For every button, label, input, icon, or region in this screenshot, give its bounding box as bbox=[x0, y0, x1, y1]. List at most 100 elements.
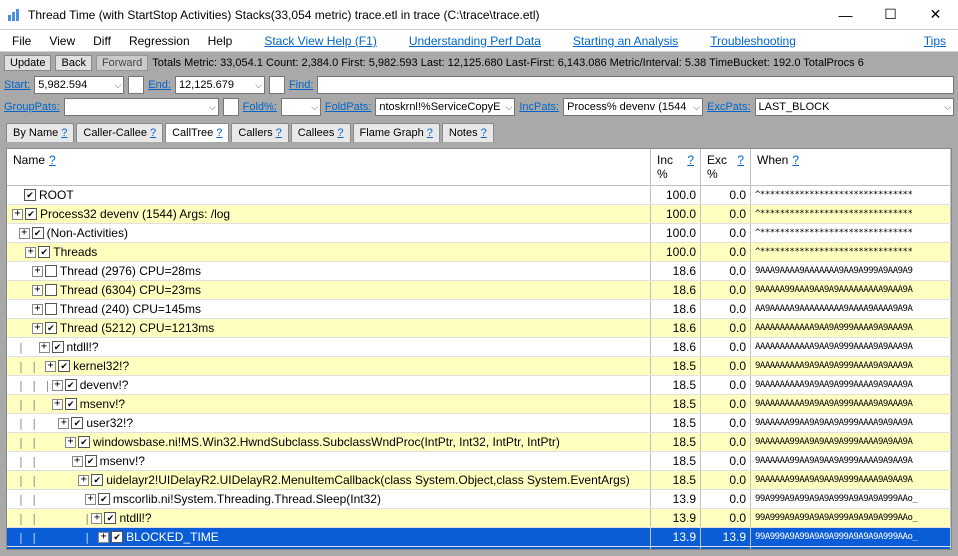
include-checkbox[interactable] bbox=[24, 189, 36, 201]
end-input[interactable]: 12,125.679 bbox=[175, 76, 265, 94]
include-checkbox[interactable] bbox=[104, 512, 116, 524]
tree-row[interactable]: | | |+devenv!?18.50.09AAAAAAAAA9A9AA9A99… bbox=[7, 376, 951, 395]
tree-row[interactable]: +Thread (240) CPU=145ms18.60.0AA9AAAAA9A… bbox=[7, 300, 951, 319]
update-button[interactable]: Update bbox=[4, 55, 51, 71]
tab-callees[interactable]: Callees? bbox=[291, 123, 351, 142]
tab-help-icon[interactable]: ? bbox=[150, 127, 156, 139]
menu-understanding[interactable]: Understanding Perf Data bbox=[401, 32, 549, 50]
col-inc[interactable]: Inc % ? bbox=[651, 149, 701, 185]
expand-toggle[interactable]: + bbox=[78, 475, 89, 486]
tree-row[interactable]: +Threads100.00.0^***********************… bbox=[7, 243, 951, 262]
menu-regression[interactable]: Regression bbox=[121, 32, 198, 50]
tab-help-icon[interactable]: ? bbox=[337, 127, 343, 139]
foldpct-input[interactable] bbox=[281, 98, 321, 116]
expand-toggle[interactable]: + bbox=[72, 456, 83, 467]
tree-row[interactable]: +Thread (5212) CPU=1213ms18.60.0AAAAAAAA… bbox=[7, 319, 951, 338]
include-checkbox[interactable] bbox=[45, 284, 57, 296]
col-when[interactable]: When ? bbox=[751, 149, 951, 185]
menu-diff[interactable]: Diff bbox=[85, 32, 119, 50]
tab-flame-graph[interactable]: Flame Graph? bbox=[353, 123, 440, 142]
expand-toggle[interactable]: + bbox=[45, 361, 56, 372]
menu-stack-view-help[interactable]: Stack View Help (F1) bbox=[256, 32, 384, 50]
find-label[interactable]: Find: bbox=[289, 79, 313, 91]
expand-toggle[interactable]: + bbox=[85, 494, 96, 505]
back-button[interactable]: Back bbox=[55, 55, 91, 71]
incpats-input[interactable]: Process% devenv (1544 bbox=[563, 98, 703, 116]
include-checkbox[interactable] bbox=[71, 417, 83, 429]
include-checkbox[interactable] bbox=[85, 455, 97, 467]
tree-grid[interactable]: Name ? Inc % ? Exc % ? When ? ROOT100.00… bbox=[6, 148, 952, 550]
tree-row[interactable]: ROOT100.00.0^***************************… bbox=[7, 186, 951, 205]
excpats-input[interactable]: LAST_BLOCK bbox=[755, 98, 954, 116]
include-checkbox[interactable] bbox=[25, 208, 37, 220]
tree-row[interactable]: | +ntdll!?18.60.0AAAAAAAAAAAA9AA9A999AAA… bbox=[7, 338, 951, 357]
maximize-button[interactable]: ☐ bbox=[868, 1, 913, 29]
tab-callers[interactable]: Callers? bbox=[231, 123, 288, 142]
include-checkbox[interactable] bbox=[65, 398, 77, 410]
tab-help-icon[interactable]: ? bbox=[427, 127, 433, 139]
expand-toggle[interactable]: + bbox=[39, 342, 50, 353]
include-checkbox[interactable] bbox=[52, 341, 64, 353]
tree-row[interactable]: | | +msenv!?18.50.09AAAAAA99AA9A9AA9A999… bbox=[7, 452, 951, 471]
tab-calltree[interactable]: CallTree? bbox=[165, 123, 229, 143]
tree-row[interactable]: +(Non-Activities)100.00.0^**************… bbox=[7, 224, 951, 243]
expand-toggle[interactable]: + bbox=[25, 247, 36, 258]
expand-toggle[interactable]: + bbox=[32, 304, 43, 315]
expand-toggle[interactable]: + bbox=[58, 418, 69, 429]
expand-toggle[interactable]: + bbox=[32, 323, 43, 334]
include-checkbox[interactable] bbox=[45, 322, 57, 334]
expand-toggle[interactable]: + bbox=[19, 228, 30, 239]
close-button[interactable]: ✕ bbox=[913, 1, 958, 29]
tree-row[interactable]: +Thread (2976) CPU=28ms18.60.09AAA9AAAA9… bbox=[7, 262, 951, 281]
menu-starting[interactable]: Starting an Analysis bbox=[565, 32, 686, 50]
minimize-button[interactable]: — bbox=[823, 1, 868, 29]
expand-toggle[interactable]: + bbox=[32, 285, 43, 296]
foldpats-label[interactable]: FoldPats: bbox=[325, 101, 371, 113]
tree-row[interactable]: | | |+ntdll!?13.90.099A999A9A99A9A9A999A… bbox=[7, 509, 951, 528]
tree-row[interactable]: | | +user32!?18.50.09AAAAAA99AA9A9AA9A99… bbox=[7, 414, 951, 433]
include-checkbox[interactable] bbox=[45, 265, 57, 277]
start-q[interactable] bbox=[128, 76, 144, 94]
include-checkbox[interactable] bbox=[65, 379, 77, 391]
col-name[interactable]: Name ? bbox=[7, 149, 651, 185]
include-checkbox[interactable] bbox=[45, 303, 57, 315]
menu-help[interactable]: Help bbox=[200, 32, 241, 50]
start-label[interactable]: Start: bbox=[4, 79, 30, 91]
tree-row[interactable]: | | +mscorlib.ni!System.Threading.Thread… bbox=[7, 490, 951, 509]
menu-file[interactable]: File bbox=[4, 32, 39, 50]
expand-toggle[interactable]: + bbox=[52, 399, 63, 410]
include-checkbox[interactable] bbox=[38, 246, 50, 258]
forward-button[interactable]: Forward bbox=[96, 55, 148, 71]
tree-row[interactable]: | | | +BLOCKED_TIME13.913.999A999A9A99A9… bbox=[7, 528, 951, 547]
menu-troubleshooting[interactable]: Troubleshooting bbox=[702, 32, 804, 50]
menu-view[interactable]: View bbox=[41, 32, 83, 50]
tab-help-icon[interactable]: ? bbox=[276, 127, 282, 139]
tree-row[interactable]: | | +msenv!?18.50.09AAAAAAAAA9A9AA9A999A… bbox=[7, 395, 951, 414]
grouppats-q[interactable] bbox=[223, 98, 239, 116]
tree-row[interactable]: | | +kernel32!?18.50.09AAAAAAAAA9A9AA9A9… bbox=[7, 357, 951, 376]
include-checkbox[interactable] bbox=[58, 360, 70, 372]
tab-help-icon[interactable]: ? bbox=[216, 127, 222, 139]
grouppats-label[interactable]: GroupPats: bbox=[4, 101, 60, 113]
tree-row[interactable]: +Thread (6304) CPU=23ms18.60.09AAAAA99AA… bbox=[7, 281, 951, 300]
end-q[interactable] bbox=[269, 76, 285, 94]
excpats-label[interactable]: ExcPats: bbox=[707, 101, 750, 113]
grouppats-input[interactable] bbox=[64, 98, 219, 116]
expand-toggle[interactable]: + bbox=[12, 209, 23, 220]
expand-toggle[interactable]: + bbox=[91, 513, 102, 524]
tab-help-icon[interactable]: ? bbox=[61, 127, 67, 139]
include-checkbox[interactable] bbox=[91, 474, 103, 486]
foldpats-input[interactable]: ntoskrnl!%ServiceCopyE bbox=[375, 98, 515, 116]
tab-notes[interactable]: Notes? bbox=[442, 123, 494, 142]
tree-row[interactable]: +Process32 devenv (1544) Args: /log100.0… bbox=[7, 205, 951, 224]
col-exc[interactable]: Exc % ? bbox=[701, 149, 751, 185]
include-checkbox[interactable] bbox=[32, 227, 44, 239]
tree-row[interactable]: | | +windowsbase.ni!MS.Win32.HwndSubclas… bbox=[7, 433, 951, 452]
end-label[interactable]: End: bbox=[148, 79, 171, 91]
tab-caller-callee[interactable]: Caller-Callee? bbox=[76, 123, 163, 142]
expand-toggle[interactable]: + bbox=[32, 266, 43, 277]
start-input[interactable]: 5,982.594 bbox=[34, 76, 124, 94]
include-checkbox[interactable] bbox=[98, 493, 110, 505]
tab-by-name[interactable]: By Name? bbox=[6, 123, 74, 142]
tab-help-icon[interactable]: ? bbox=[481, 127, 487, 139]
